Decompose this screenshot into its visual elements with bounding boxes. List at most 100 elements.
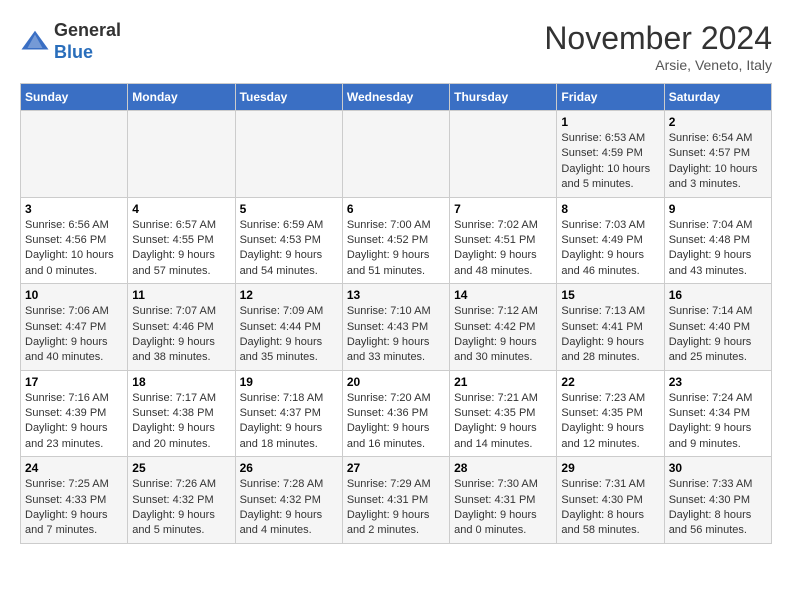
sunset-text: Sunset: 4:41 PM [561,321,642,333]
day-info: Sunrise: 6:56 AM Sunset: 4:56 PM Dayligh… [25,218,123,280]
day-number: 28 [454,461,552,475]
day-number: 16 [669,288,767,302]
day-info: Sunrise: 7:02 AM Sunset: 4:51 PM Dayligh… [454,218,552,280]
table-row: 9 Sunrise: 7:04 AM Sunset: 4:48 PM Dayli… [664,197,771,284]
day-info: Sunrise: 7:12 AM Sunset: 4:42 PM Dayligh… [454,304,552,366]
table-row: 4 Sunrise: 6:57 AM Sunset: 4:55 PM Dayli… [128,197,235,284]
table-row [128,111,235,198]
calendar-table: Sunday Monday Tuesday Wednesday Thursday… [20,83,772,544]
day-info: Sunrise: 7:06 AM Sunset: 4:47 PM Dayligh… [25,304,123,366]
sunset-text: Sunset: 4:57 PM [669,147,750,159]
sunrise-text: Sunrise: 7:18 AM [240,392,324,404]
table-row: 13 Sunrise: 7:10 AM Sunset: 4:43 PM Dayl… [342,284,449,371]
sunset-text: Sunset: 4:33 PM [25,494,106,506]
sunset-text: Sunset: 4:47 PM [25,321,106,333]
table-row: 1 Sunrise: 6:53 AM Sunset: 4:59 PM Dayli… [557,111,664,198]
daylight-text: Daylight: 9 hours and 57 minutes. [132,249,215,276]
logo-icon [20,27,50,57]
day-info: Sunrise: 7:00 AM Sunset: 4:52 PM Dayligh… [347,218,445,280]
daylight-text: Daylight: 9 hours and 16 minutes. [347,422,430,449]
daylight-text: Daylight: 10 hours and 5 minutes. [561,163,650,190]
day-number: 9 [669,202,767,216]
table-row: 16 Sunrise: 7:14 AM Sunset: 4:40 PM Dayl… [664,284,771,371]
day-info: Sunrise: 7:09 AM Sunset: 4:44 PM Dayligh… [240,304,338,366]
sunset-text: Sunset: 4:56 PM [25,234,106,246]
table-row [342,111,449,198]
day-number: 7 [454,202,552,216]
day-number: 3 [25,202,123,216]
col-friday: Friday [557,84,664,111]
table-row: 27 Sunrise: 7:29 AM Sunset: 4:31 PM Dayl… [342,457,449,544]
calendar-week-row: 3 Sunrise: 6:56 AM Sunset: 4:56 PM Dayli… [21,197,772,284]
sunrise-text: Sunrise: 7:04 AM [669,219,753,231]
sunrise-text: Sunrise: 7:09 AM [240,305,324,317]
day-info: Sunrise: 7:07 AM Sunset: 4:46 PM Dayligh… [132,304,230,366]
table-row: 15 Sunrise: 7:13 AM Sunset: 4:41 PM Dayl… [557,284,664,371]
table-row [235,111,342,198]
daylight-text: Daylight: 9 hours and 30 minutes. [454,336,537,363]
table-row: 24 Sunrise: 7:25 AM Sunset: 4:33 PM Dayl… [21,457,128,544]
table-row: 8 Sunrise: 7:03 AM Sunset: 4:49 PM Dayli… [557,197,664,284]
sunrise-text: Sunrise: 7:26 AM [132,478,216,490]
sunrise-text: Sunrise: 6:53 AM [561,132,645,144]
table-row [21,111,128,198]
sunrise-text: Sunrise: 7:29 AM [347,478,431,490]
day-number: 17 [25,375,123,389]
logo: General Blue [20,20,121,63]
day-info: Sunrise: 7:21 AM Sunset: 4:35 PM Dayligh… [454,391,552,453]
table-row: 3 Sunrise: 6:56 AM Sunset: 4:56 PM Dayli… [21,197,128,284]
sunset-text: Sunset: 4:49 PM [561,234,642,246]
col-thursday: Thursday [450,84,557,111]
sunrise-text: Sunrise: 7:23 AM [561,392,645,404]
daylight-text: Daylight: 9 hours and 18 minutes. [240,422,323,449]
day-info: Sunrise: 7:16 AM Sunset: 4:39 PM Dayligh… [25,391,123,453]
day-info: Sunrise: 7:31 AM Sunset: 4:30 PM Dayligh… [561,477,659,539]
daylight-text: Daylight: 9 hours and 33 minutes. [347,336,430,363]
col-sunday: Sunday [21,84,128,111]
sunrise-text: Sunrise: 7:21 AM [454,392,538,404]
day-info: Sunrise: 6:57 AM Sunset: 4:55 PM Dayligh… [132,218,230,280]
daylight-text: Daylight: 9 hours and 35 minutes. [240,336,323,363]
daylight-text: Daylight: 9 hours and 51 minutes. [347,249,430,276]
table-row: 28 Sunrise: 7:30 AM Sunset: 4:31 PM Dayl… [450,457,557,544]
table-row: 30 Sunrise: 7:33 AM Sunset: 4:30 PM Dayl… [664,457,771,544]
daylight-text: Daylight: 9 hours and 12 minutes. [561,422,644,449]
sunset-text: Sunset: 4:44 PM [240,321,321,333]
day-info: Sunrise: 7:25 AM Sunset: 4:33 PM Dayligh… [25,477,123,539]
daylight-text: Daylight: 9 hours and 5 minutes. [132,509,215,536]
daylight-text: Daylight: 9 hours and 38 minutes. [132,336,215,363]
sunrise-text: Sunrise: 7:07 AM [132,305,216,317]
day-number: 8 [561,202,659,216]
sunset-text: Sunset: 4:30 PM [669,494,750,506]
daylight-text: Daylight: 10 hours and 3 minutes. [669,163,758,190]
sunset-text: Sunset: 4:30 PM [561,494,642,506]
daylight-text: Daylight: 8 hours and 58 minutes. [561,509,644,536]
title-area: November 2024 Arsie, Veneto, Italy [544,20,772,73]
sunrise-text: Sunrise: 7:33 AM [669,478,753,490]
sunset-text: Sunset: 4:40 PM [669,321,750,333]
day-number: 24 [25,461,123,475]
sunrise-text: Sunrise: 7:03 AM [561,219,645,231]
sunset-text: Sunset: 4:31 PM [347,494,428,506]
calendar-week-row: 1 Sunrise: 6:53 AM Sunset: 4:59 PM Dayli… [21,111,772,198]
day-number: 25 [132,461,230,475]
table-row: 29 Sunrise: 7:31 AM Sunset: 4:30 PM Dayl… [557,457,664,544]
table-row: 18 Sunrise: 7:17 AM Sunset: 4:38 PM Dayl… [128,370,235,457]
day-number: 4 [132,202,230,216]
day-info: Sunrise: 7:04 AM Sunset: 4:48 PM Dayligh… [669,218,767,280]
sunrise-text: Sunrise: 6:54 AM [669,132,753,144]
day-info: Sunrise: 7:13 AM Sunset: 4:41 PM Dayligh… [561,304,659,366]
sunrise-text: Sunrise: 7:06 AM [25,305,109,317]
daylight-text: Daylight: 9 hours and 14 minutes. [454,422,537,449]
day-number: 10 [25,288,123,302]
col-wednesday: Wednesday [342,84,449,111]
sunrise-text: Sunrise: 7:30 AM [454,478,538,490]
day-number: 22 [561,375,659,389]
day-number: 21 [454,375,552,389]
daylight-text: Daylight: 9 hours and 7 minutes. [25,509,108,536]
day-info: Sunrise: 7:30 AM Sunset: 4:31 PM Dayligh… [454,477,552,539]
table-row: 26 Sunrise: 7:28 AM Sunset: 4:32 PM Dayl… [235,457,342,544]
table-row: 7 Sunrise: 7:02 AM Sunset: 4:51 PM Dayli… [450,197,557,284]
sunset-text: Sunset: 4:52 PM [347,234,428,246]
day-number: 13 [347,288,445,302]
